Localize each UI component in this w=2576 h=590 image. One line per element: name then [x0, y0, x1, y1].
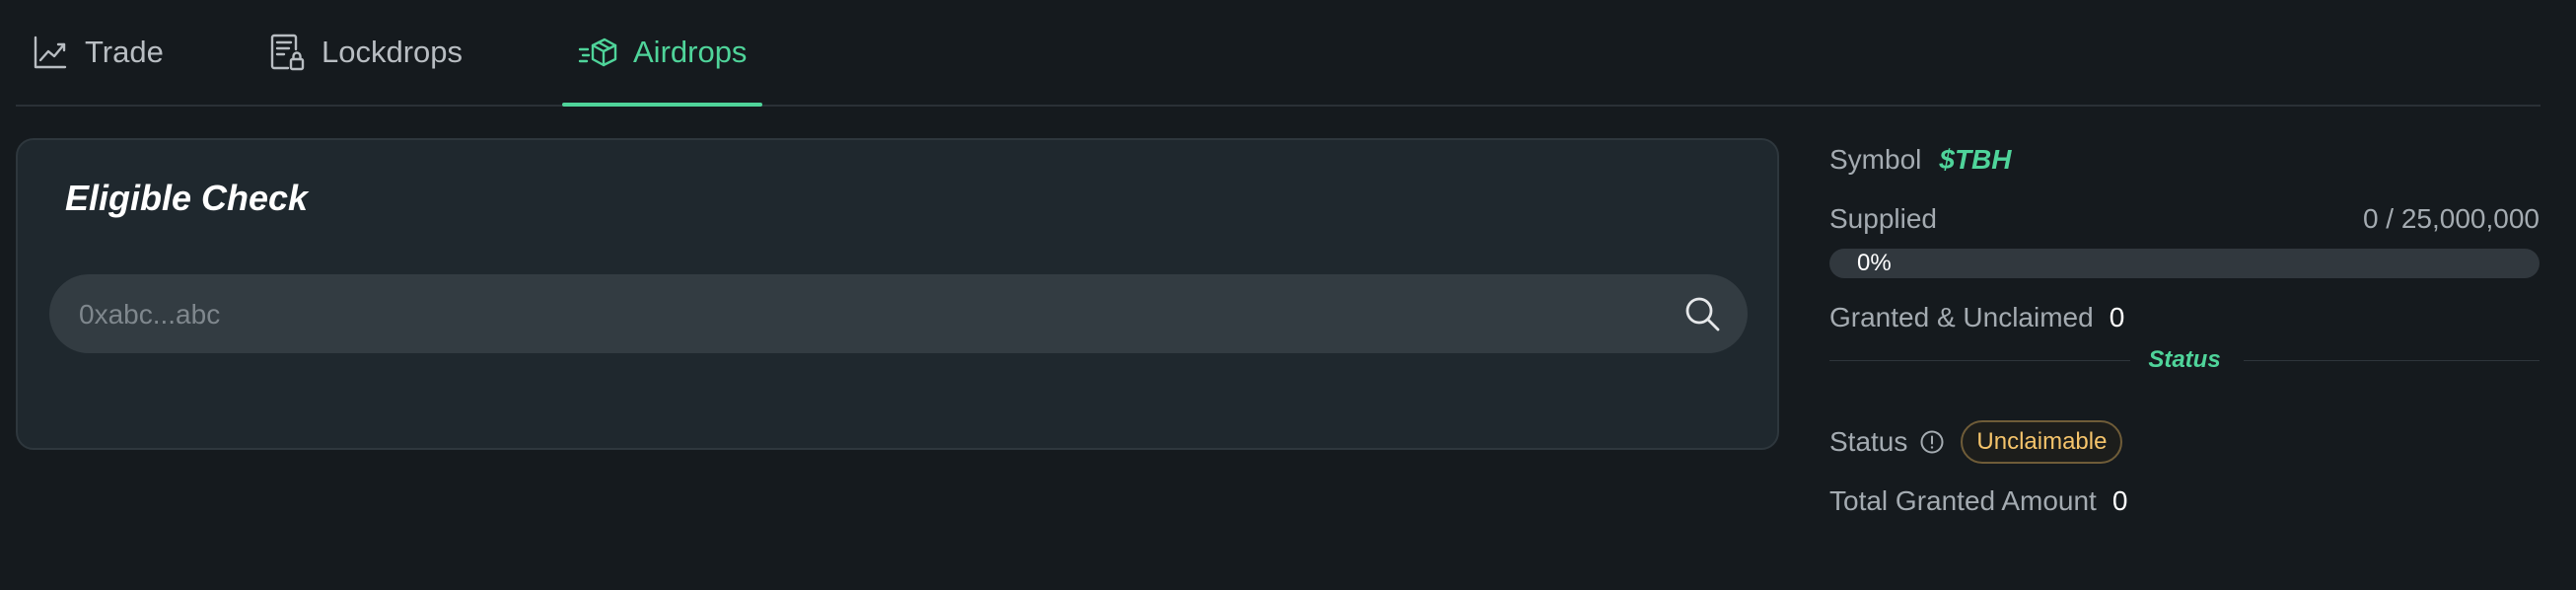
airdrops-page: Trade Lockdrops Airdrops Eligible Check …: [0, 0, 2576, 590]
total-granted-value: 0: [2111, 485, 2128, 516]
granted-row: Granted & Unclaimed 0: [1829, 302, 2124, 333]
airdrop-box-icon: [578, 34, 617, 71]
supplied-row: Supplied: [1829, 203, 1937, 235]
supplied-label: Supplied: [1829, 203, 1937, 234]
total-granted-row: Total Granted Amount 0: [1829, 485, 2127, 517]
granted-label: Granted & Unclaimed: [1829, 302, 2094, 332]
tab-airdrops-label: Airdrops: [633, 35, 748, 69]
supply-progress-bar: 0%: [1829, 249, 2540, 278]
search-icon[interactable]: [1682, 294, 1722, 333]
supplied-value: 0 / 25,000,000: [2362, 203, 2540, 234]
tab-airdrops[interactable]: Airdrops: [561, 0, 763, 107]
tab-trade[interactable]: Trade: [32, 0, 164, 105]
eligible-check-card: Eligible Check: [16, 138, 1779, 450]
supply-progress-text: 0%: [1857, 250, 1892, 276]
info-icon[interactable]: [1919, 429, 1945, 455]
status-label: Status: [1829, 426, 1908, 457]
symbol-value: $TBH: [1939, 144, 2012, 175]
total-granted-label: Total Granted Amount: [1829, 485, 2097, 516]
chart-line-icon: [32, 34, 69, 71]
divider-line-right: [2244, 360, 2540, 361]
symbol-row: Symbol $TBH: [1829, 144, 2012, 176]
status-row: Status Unclaimable: [1829, 420, 2123, 464]
symbol-label: Symbol: [1829, 144, 1922, 175]
lock-document-icon: [268, 33, 306, 72]
status-badge: Unclaimable: [1961, 420, 2123, 464]
tab-trade-label: Trade: [85, 35, 164, 69]
tab-bar: Trade Lockdrops Airdrops: [16, 0, 2540, 107]
address-search-box: [49, 274, 1748, 355]
address-search-input[interactable]: [77, 274, 1639, 355]
tab-lockdrops[interactable]: Lockdrops: [268, 0, 463, 105]
granted-value: 0: [2109, 302, 2125, 332]
eligible-check-title: Eligible Check: [65, 178, 309, 218]
tab-lockdrops-label: Lockdrops: [322, 35, 464, 69]
